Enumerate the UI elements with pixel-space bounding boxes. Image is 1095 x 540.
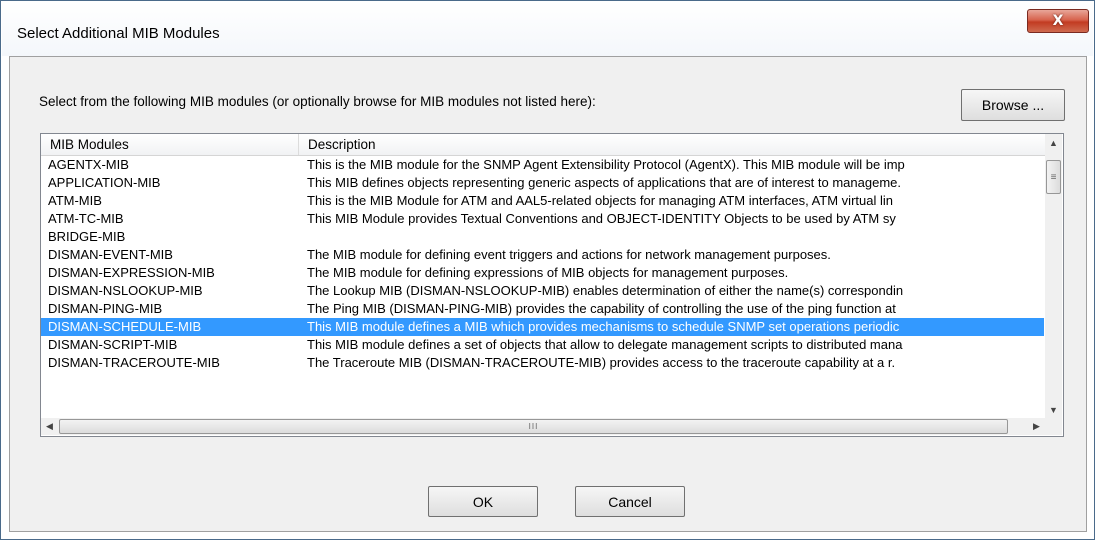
mib-module-name: DISMAN-TRACEROUTE-MIB (48, 355, 220, 370)
dialog-body: Select from the following MIB modules (o… (9, 56, 1087, 532)
scroll-left-arrow-icon[interactable]: ◀ (41, 418, 58, 435)
close-button[interactable]: X (1027, 9, 1089, 33)
scroll-right-arrow-icon[interactable]: ▶ (1028, 418, 1045, 435)
mib-module-description: This is the MIB module for the SNMP Agen… (307, 157, 905, 172)
grip-icon: ≡ (1050, 171, 1057, 183)
mib-module-name: DISMAN-SCRIPT-MIB (48, 337, 178, 352)
mib-module-name: AGENTX-MIB (48, 157, 129, 172)
cancel-button-label: Cancel (608, 493, 652, 510)
mib-module-name: DISMAN-NSLOOKUP-MIB (48, 283, 203, 298)
scroll-up-arrow-icon[interactable]: ▲ (1045, 134, 1062, 151)
list-row[interactable]: AGENTX-MIB This is the MIB module for the… (41, 156, 1044, 174)
scroll-down-arrow-icon[interactable]: ▼ (1045, 401, 1062, 418)
mib-module-description: The Traceroute MIB (DISMAN-TRACEROUTE-MI… (307, 355, 896, 370)
browse-button[interactable]: Browse ... (961, 89, 1065, 121)
list-row[interactable]: ATM-MIB This is the MIB Module for ATM an… (41, 192, 1044, 210)
mib-module-name: ATM-MIB (48, 193, 102, 208)
mib-module-description: This is the MIB Module for ATM and AAL5-… (307, 193, 893, 208)
mib-module-description: The MIB module for defining event trigge… (307, 247, 831, 262)
list-row[interactable]: ATM-TC-MIB This MIB Module provides Textu… (41, 210, 1044, 228)
mib-module-name: BRIDGE-MIB (48, 229, 126, 244)
mib-module-description: The Ping MIB (DISMAN-PING-MIB) provides … (307, 301, 896, 316)
list-row[interactable]: DISMAN-EXPRESSION-MIB The MIB module for … (41, 264, 1044, 282)
mib-module-name: APPLICATION-MIB (48, 175, 161, 190)
list-header: MIB Modules Description (41, 134, 1046, 156)
mib-module-description: The MIB module for defining expressions … (307, 265, 789, 280)
list-row[interactable]: DISMAN-EVENT-MIB The MIB module for defin… (41, 246, 1044, 264)
list-row[interactable]: APPLICATION-MIB This MIB defines objects … (41, 174, 1044, 192)
mib-module-description: This MIB defines objects representing ge… (307, 175, 901, 190)
mib-module-description: This MIB module defines a set of objects… (307, 337, 903, 352)
title-bar[interactable]: Select Additional MIB Modules X (2, 2, 1093, 56)
cancel-button[interactable]: Cancel (575, 486, 685, 517)
close-icon: X (1052, 13, 1064, 29)
list-row[interactable]: DISMAN-NSLOOKUP-MIB The Lookup MIB (DISMA… (41, 282, 1044, 300)
list-row[interactable]: DISMAN-PING-MIB The Ping MIB (DISMAN-PING… (41, 300, 1044, 318)
list-row[interactable]: DISMAN-SCHEDULE-MIB This MIB module defin… (41, 318, 1044, 336)
scrollbar-corner (1045, 418, 1062, 435)
mib-module-name: DISMAN-EXPRESSION-MIB (48, 265, 215, 280)
mib-module-name: DISMAN-PING-MIB (48, 301, 163, 316)
column-header-description[interactable]: Description (299, 134, 1046, 155)
dialog-title: Select Additional MIB Modules (17, 25, 220, 42)
grip-icon: III (528, 422, 539, 431)
mib-module-name: ATM-TC-MIB (48, 211, 124, 226)
list-row[interactable]: BRIDGE-MIB (41, 228, 1044, 246)
horizontal-scrollbar[interactable]: ◀ III ▶ (41, 418, 1045, 435)
mib-module-description: This MIB Module provides Textual Convent… (307, 211, 896, 226)
mib-module-description: This MIB module defines a MIB which prov… (307, 319, 900, 334)
ok-button[interactable]: OK (428, 486, 538, 517)
vertical-scrollbar[interactable]: ▲ ≡ ▼ (1045, 134, 1062, 418)
ok-button-label: OK (472, 493, 494, 510)
horizontal-scroll-thumb[interactable]: III (59, 419, 1008, 434)
dialog-window: Select Additional MIB Modules X Select f… (0, 0, 1095, 540)
list-row[interactable]: DISMAN-SCRIPT-MIB This MIB module defines… (41, 336, 1044, 354)
vertical-scroll-thumb[interactable]: ≡ (1046, 160, 1061, 194)
mib-module-name: DISMAN-EVENT-MIB (48, 247, 173, 262)
browse-button-label: Browse ... (981, 97, 1045, 113)
list-rows: AGENTX-MIB This is the MIB module for the… (41, 156, 1044, 372)
list-row[interactable]: DISMAN-TRACEROUTE-MIB The Traceroute MIB … (41, 354, 1044, 372)
mib-modules-list[interactable]: MIB Modules Description AGENTX-MIB This i… (40, 133, 1064, 437)
mib-module-description: The Lookup MIB (DISMAN-NSLOOKUP-MIB) ena… (307, 283, 904, 298)
mib-module-name: DISMAN-SCHEDULE-MIB (48, 319, 202, 334)
column-header-mib-modules[interactable]: MIB Modules (41, 134, 299, 155)
instruction-text: Select from the following MIB modules (o… (39, 94, 596, 109)
